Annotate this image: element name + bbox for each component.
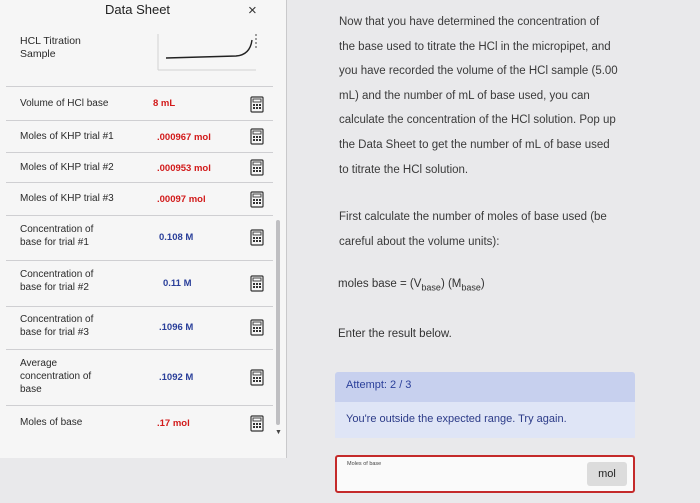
- instructions-paragraph: Now that you have determined the concent…: [339, 10, 618, 182]
- first-calc-paragraph: First calculate the number of moles of b…: [339, 205, 607, 254]
- formula-subscript: base: [461, 282, 481, 293]
- row-value: 0.11 M: [163, 278, 192, 289]
- feedback-text: You're outside the expected range. Try a…: [346, 413, 567, 425]
- row-value: .000967 mol: [157, 132, 211, 143]
- table-row: Concentration of base for trial #1 0.108…: [6, 215, 273, 261]
- attempt-counter: Attempt: 2 / 3: [346, 379, 412, 391]
- instruction-line: to titrate the HCl solution.: [339, 163, 469, 176]
- attempt-banner: Attempt: 2 / 3: [335, 372, 635, 402]
- instruction-line: calculate the concentration of the HCl s…: [339, 114, 616, 127]
- table-row: Moles of KHP trial #3 .00097 mol: [6, 182, 273, 216]
- row-value: .17 mol: [157, 418, 190, 429]
- unit-button[interactable]: mol: [587, 462, 627, 486]
- close-icon[interactable]: ×: [248, 2, 257, 19]
- table-row: Moles of KHP trial #2 .000953 mol: [6, 152, 273, 183]
- row-label: Moles of base: [20, 417, 83, 428]
- calculator-icon[interactable]: [250, 96, 264, 113]
- row-value: .1092 M: [159, 372, 194, 383]
- data-sheet-title: Data Sheet: [105, 2, 171, 17]
- formula-part: ) (M: [440, 278, 462, 290]
- moles-of-base-input[interactable]: Moles of base mol: [335, 455, 635, 493]
- row-value: 8 mL: [153, 98, 176, 109]
- moles-formula: moles base = (Vbase) (Mbase): [338, 278, 485, 292]
- row-value: 0.108 M: [159, 232, 194, 243]
- row-label: Moles of KHP trial #2: [20, 162, 114, 173]
- formula-part: ): [480, 278, 485, 290]
- row-label: Volume of HCl base: [20, 98, 109, 109]
- sample-label: HCL Titration Sample: [20, 35, 81, 60]
- formula-part: moles base = (V: [338, 278, 422, 290]
- instruction-line: the Data Sheet to get the number of mL o…: [339, 138, 610, 151]
- answer-label: Moles of base: [347, 461, 382, 467]
- row-label: Concentration of base for trial #2: [20, 269, 94, 293]
- row-value: .000953 mol: [157, 163, 211, 174]
- row-value: .1096 M: [159, 322, 194, 333]
- table-row: Concentration of base for trial #3 .1096…: [6, 306, 273, 350]
- calculator-icon[interactable]: [250, 159, 264, 176]
- table-row: Moles of KHP trial #1 .000967 mol: [6, 120, 273, 153]
- calculator-icon[interactable]: [250, 415, 264, 432]
- row-label: Moles of KHP trial #1: [20, 131, 114, 142]
- calculator-icon[interactable]: [250, 128, 264, 145]
- sample-graph-thumbnail: [157, 34, 257, 71]
- calculator-icon[interactable]: [250, 229, 264, 246]
- sample-row: HCL Titration Sample: [6, 24, 273, 87]
- instruction-line: mL) and the number of mL of base used, y…: [339, 89, 590, 102]
- row-label: Concentration of base for trial #1: [20, 224, 94, 248]
- calculator-icon[interactable]: [250, 275, 264, 292]
- data-sheet-panel: Data Sheet × HCL Titration Sample Volume…: [0, 0, 287, 458]
- instruction-line: First calculate the number of moles of b…: [339, 211, 607, 223]
- scrollbar[interactable]: [276, 220, 280, 425]
- formula-subscript: base: [421, 282, 441, 293]
- table-row: Volume of HCl base 8 mL: [6, 86, 273, 121]
- table-row: Moles of base .17 mol: [6, 405, 273, 441]
- row-label: Average concentration of base: [20, 358, 92, 395]
- calculator-icon[interactable]: [250, 369, 264, 386]
- calculator-icon[interactable]: [250, 191, 264, 208]
- calculator-icon[interactable]: [250, 319, 264, 336]
- instruction-line: careful about the volume units):: [339, 235, 500, 248]
- table-row: Concentration of base for trial #2 0.11 …: [6, 260, 273, 307]
- row-label: Moles of KHP trial #3: [20, 193, 114, 204]
- feedback-message: You're outside the expected range. Try a…: [335, 402, 635, 438]
- row-value: .00097 mol: [157, 194, 206, 205]
- instruction-line: the base used to titrate the HCl in the …: [339, 40, 611, 53]
- instruction-line: Now that you have determined the concent…: [339, 16, 600, 28]
- instruction-line: you have recorded the volume of the HCl …: [339, 65, 618, 78]
- table-row: Average concentration of base .1092 M: [6, 349, 273, 406]
- scroll-down-icon[interactable]: ▼: [275, 429, 282, 436]
- row-label: Concentration of base for trial #3: [20, 314, 94, 338]
- enter-result-text: Enter the result below.: [338, 328, 452, 340]
